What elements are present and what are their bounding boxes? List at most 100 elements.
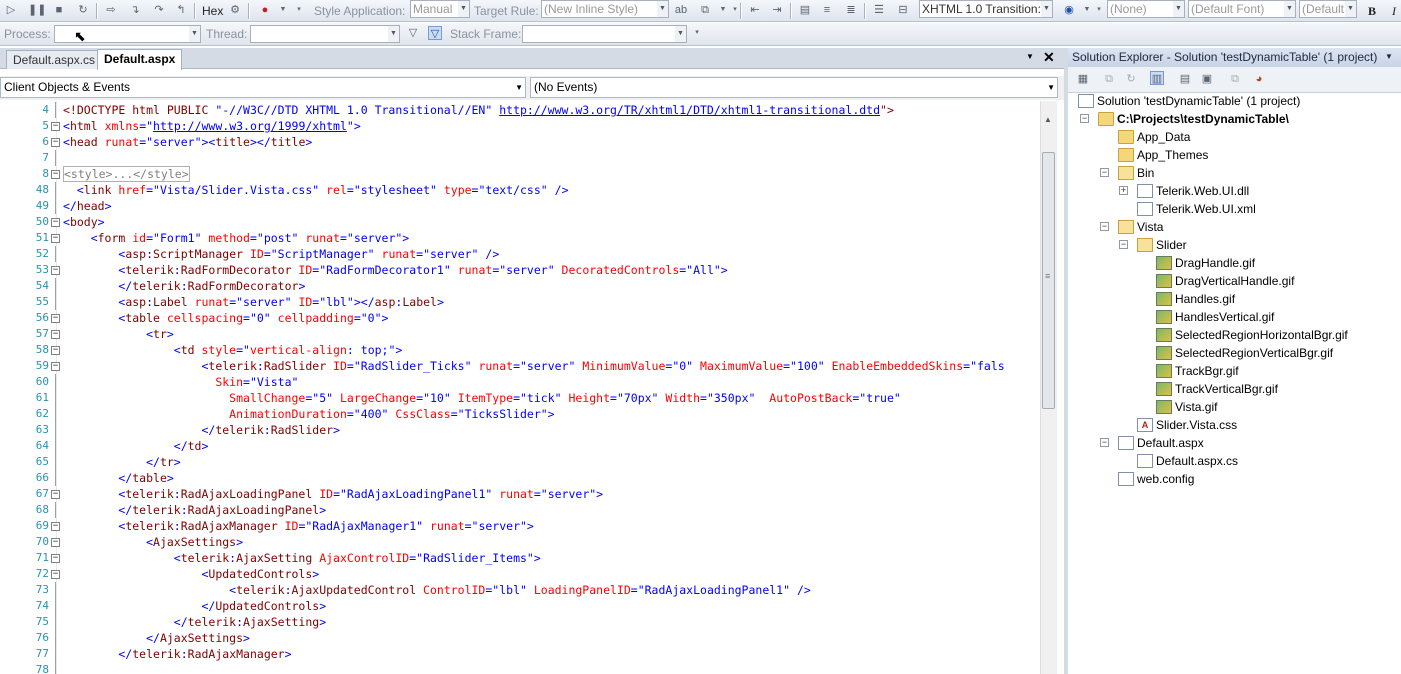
restart-icon[interactable]: ↻: [76, 3, 90, 17]
step-out-icon[interactable]: ↰: [174, 3, 188, 17]
chevron-down-icon[interactable]: ▼: [1026, 52, 1034, 61]
step-into-icon[interactable]: ↴: [128, 3, 142, 17]
align-left-icon[interactable]: ≡: [820, 3, 834, 17]
copy-website-icon[interactable]: ⧉: [1228, 72, 1242, 86]
code-line[interactable]: 67− <telerik:RadAjaxLoadingPanel ID="Rad…: [0, 486, 1040, 502]
collapse-icon[interactable]: −: [1119, 240, 1128, 249]
code-line[interactable]: 53− <telerik:RadFormDecorator ID="RadFor…: [0, 262, 1040, 278]
view-code-icon[interactable]: ▤: [1178, 72, 1192, 86]
target-rule-select[interactable]: (New Inline Style) ▼: [541, 0, 669, 18]
code-line[interactable]: 74 </UpdatedControls>: [0, 598, 1040, 614]
code-line[interactable]: 65 </tr>: [0, 454, 1040, 470]
scrollbar-thumb[interactable]: ≡: [1042, 152, 1055, 409]
code-line[interactable]: 55 <asp:Label runat="server" ID="lbl"></…: [0, 294, 1040, 310]
code-line[interactable]: 49 </head>: [0, 198, 1040, 214]
code-line[interactable]: 60 Skin="Vista": [0, 374, 1040, 390]
code-line[interactable]: 64 </td>: [0, 438, 1040, 454]
collapse-region-icon[interactable]: −: [51, 330, 60, 339]
collapse-region-icon[interactable]: −: [51, 170, 60, 179]
code-line[interactable]: 59− <telerik:RadSlider ID="RadSlider_Tic…: [0, 358, 1040, 374]
class-select[interactable]: (None) ▼: [1107, 0, 1185, 18]
collapse-icon[interactable]: ⊟: [896, 3, 910, 17]
collapse-region-icon[interactable]: −: [51, 122, 60, 131]
code-line[interactable]: 72− <UpdatedControls>: [0, 566, 1040, 582]
step-over-icon[interactable]: ↷: [152, 3, 166, 17]
collapse-region-icon[interactable]: −: [51, 570, 60, 579]
code-line[interactable]: 54 </telerik:RadFormDecorator>: [0, 278, 1040, 294]
font-select[interactable]: (Default Font) ▼: [1188, 0, 1296, 18]
code-line[interactable]: 57− <tr>: [0, 326, 1040, 342]
style-application-select[interactable]: Manual ▼: [410, 0, 470, 18]
code-line[interactable]: 69− <telerik:RadAjaxManager ID="RadAjaxM…: [0, 518, 1040, 534]
doctype-select[interactable]: XHTML 1.0 Transition: ▼: [919, 0, 1053, 18]
code-line[interactable]: 7: [0, 150, 1040, 166]
toolbar-options-icon[interactable]: ▾: [1092, 3, 1106, 17]
code-line[interactable]: 76 </AjaxSettings>: [0, 630, 1040, 646]
expand-icon[interactable]: +: [1119, 186, 1128, 195]
chevron-down-icon[interactable]: ▼: [276, 3, 290, 17]
record-icon[interactable]: ●: [258, 3, 272, 17]
indent-icon[interactable]: ⇥: [770, 3, 784, 17]
collapse-icon[interactable]: −: [1080, 114, 1089, 123]
tab-default-aspx[interactable]: Default.aspx: [97, 49, 183, 70]
properties-icon[interactable]: ▦: [1076, 72, 1090, 86]
bold-button[interactable]: B: [1368, 3, 1376, 19]
size-select[interactable]: (Default ▼: [1299, 0, 1357, 18]
code-line[interactable]: 6− <head runat="server"><title></title>: [0, 134, 1040, 150]
code-line[interactable]: 63 </telerik:RadSlider>: [0, 422, 1040, 438]
code-line[interactable]: 61 SmallChange="5" LargeChange="10" Item…: [0, 390, 1040, 406]
refresh-icon[interactable]: ↻: [1124, 72, 1138, 86]
stack-frame-select[interactable]: ▼: [522, 25, 687, 43]
collapse-region-icon[interactable]: −: [51, 522, 60, 531]
collapse-region-icon[interactable]: −: [51, 554, 60, 563]
collapse-region-icon[interactable]: −: [51, 362, 60, 371]
code-line[interactable]: 8− <style>...</style>: [0, 166, 1040, 182]
code-line[interactable]: 62 AnimationDuration="400" CssClass="Tic…: [0, 406, 1040, 422]
code-line[interactable]: 4 <!DOCTYPE html PUBLIC "-//W3C//DTD XHTM…: [0, 102, 1040, 118]
code-line[interactable]: 58− <td style="vertical-align: top;">: [0, 342, 1040, 358]
check-accessibility-icon[interactable]: ◉: [1062, 3, 1076, 17]
code-line[interactable]: 70− <AjaxSettings>: [0, 534, 1040, 550]
code-editor[interactable]: 4 <!DOCTYPE html PUBLIC "-//W3C//DTD XHTM…: [0, 101, 1040, 674]
code-line[interactable]: 73 <telerik:AjaxUpdatedControl ControlID…: [0, 582, 1040, 598]
code-line[interactable]: 50− <body>: [0, 214, 1040, 230]
pause-icon[interactable]: ❚❚: [28, 3, 46, 17]
collapse-icon[interactable]: −: [1100, 168, 1109, 177]
code-line[interactable]: 51− <form id="Form1" method="post" runat…: [0, 230, 1040, 246]
thread-select[interactable]: ▼: [250, 25, 400, 43]
scroll-up-icon[interactable]: ▲: [1044, 115, 1052, 124]
events-select[interactable]: (No Events) ▼: [530, 77, 1058, 98]
flag-threads-icon[interactable]: ▽: [428, 26, 442, 40]
close-icon[interactable]: ✕: [1043, 49, 1055, 66]
format-icon[interactable]: ☰: [872, 3, 886, 17]
toolbar-options-icon[interactable]: ▾: [690, 26, 704, 40]
collapse-region-icon[interactable]: −: [51, 218, 60, 227]
breakpoint-icon[interactable]: ⚙: [228, 3, 242, 17]
collapsed-region[interactable]: <style>...</style>: [63, 166, 190, 182]
code-line[interactable]: 48 <link href="Vista/Slider.Vista.css" r…: [0, 182, 1040, 198]
chevron-down-icon[interactable]: ▼: [1385, 48, 1393, 66]
collapse-region-icon[interactable]: −: [51, 314, 60, 323]
hex-button[interactable]: Hex: [202, 3, 223, 19]
collapse-region-icon[interactable]: −: [51, 490, 60, 499]
code-line[interactable]: 75 </telerik:AjaxSetting>: [0, 614, 1040, 630]
show-all-files-icon[interactable]: ⧉: [1102, 72, 1116, 86]
collapse-region-icon[interactable]: −: [51, 234, 60, 243]
code-line[interactable]: 5− <html xmlns="http://www.w3.org/1999/xh…: [0, 118, 1040, 134]
client-objects-select[interactable]: Client Objects & Events ▼: [0, 77, 526, 98]
collapse-region-icon[interactable]: −: [51, 266, 60, 275]
view-designer-icon[interactable]: ▣: [1200, 72, 1214, 86]
new-style-icon[interactable]: ⧉: [698, 3, 712, 17]
tab-default-aspx-cs[interactable]: Default.aspx.cs: [6, 50, 103, 69]
stop-icon[interactable]: ■: [52, 3, 66, 17]
filter-icon[interactable]: ▽: [406, 26, 420, 40]
comment-icon[interactable]: ▤: [798, 3, 812, 17]
italic-button[interactable]: I: [1392, 3, 1396, 19]
code-line[interactable]: 78: [0, 662, 1040, 674]
code-line[interactable]: 71− <telerik:AjaxSetting AjaxControlID="…: [0, 550, 1040, 566]
outdent-icon[interactable]: ⇤: [748, 3, 762, 17]
align-right-icon[interactable]: ≣: [844, 3, 858, 17]
code-line[interactable]: 77 </telerik:RadAjaxManager>: [0, 646, 1040, 662]
code-line[interactable]: 56− <table cellspacing="0" cellpadding="…: [0, 310, 1040, 326]
code-line[interactable]: 52 <asp:ScriptManager ID="ScriptManager"…: [0, 246, 1040, 262]
